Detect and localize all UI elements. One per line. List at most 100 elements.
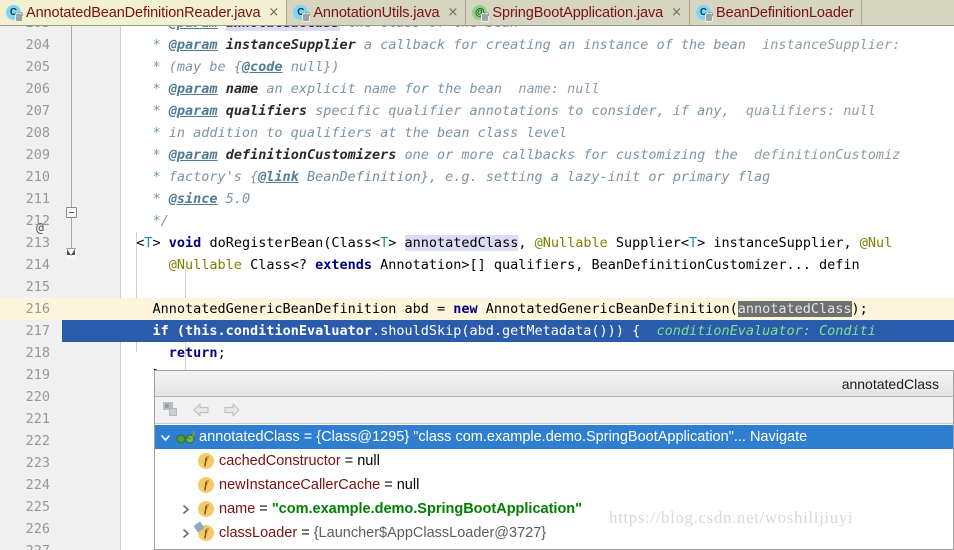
variable-value: null [396, 477, 420, 493]
close-icon[interactable]: × [268, 6, 279, 19]
code-line: 207 * @param qualifiers specific qualifi… [0, 100, 954, 122]
chevron-right-icon[interactable] [175, 521, 195, 545]
line-number: 220 [25, 389, 50, 405]
code-line: 211 * @since 5.0 [0, 188, 954, 210]
line-number: 211 [25, 191, 50, 207]
line-number: 214 [25, 257, 50, 273]
line-text: return; [168, 345, 226, 361]
equals-sign: = [299, 429, 317, 445]
java-class-icon: C [6, 5, 23, 21]
code-line: 214 @Nullable Class<? extends Annotation… [0, 254, 954, 276]
line-number: 208 [25, 125, 50, 141]
tree-row-annotated-class[interactable]: annotatedClass = {Class@1295} "class com… [155, 425, 953, 449]
field-icon: f [195, 497, 217, 521]
chevron-down-icon[interactable] [155, 425, 175, 449]
line-number: 223 [25, 455, 50, 471]
line-text: * @param name an explicit name for the b… [120, 81, 600, 97]
code-line: 218 return; [0, 342, 954, 364]
tab-bean-definition-loader[interactable]: C BeanDefinitionLoader [690, 0, 862, 25]
new-watch-icon[interactable] [163, 401, 181, 419]
code-line-current: 217 if (this.conditionEvaluator.shouldSk… [0, 320, 954, 342]
tree-row-content: classLoader = {Launcher$AppClassLoader@3… [217, 525, 546, 541]
line-number: 218 [25, 345, 50, 361]
java-class-icon: C [696, 5, 713, 21]
variable-name: classLoader [219, 525, 298, 541]
line-text: * (may be {@code null}) [120, 59, 340, 75]
variable-value: null [357, 453, 380, 469]
tree-row-content: newInstanceCallerCache = null [217, 477, 419, 493]
tree-row-content: name = "com.example.demo.SpringBootAppli… [217, 501, 582, 517]
line-number: 216 [25, 301, 50, 317]
line-text: * @param instanceSupplier a callback for… [120, 37, 901, 53]
line-number: 210 [25, 169, 50, 185]
line-text: * @param definitionCustomizers one or mo… [120, 147, 901, 163]
chevron-right-icon[interactable] [175, 497, 195, 521]
field-icon: f [195, 449, 217, 473]
code-line: 210 * factory's {@link BeanDefinition}, … [0, 166, 954, 188]
close-icon[interactable]: × [671, 6, 682, 19]
variable-value: {Class@1295} "class com.example.demo.Spr… [316, 429, 808, 445]
tree-row-content: cachedConstructor = null [217, 453, 380, 469]
line-text: * factory's {@link BeanDefinition}, e.g.… [120, 169, 771, 185]
line-text: @Nullable Class<? extends Annotation>[] … [168, 257, 860, 273]
tab-annotated-bean-definition-reader[interactable]: C AnnotatedBeanDefinitionReader.java × [0, 0, 288, 25]
popup-title-label: annotatedClass [841, 375, 939, 392]
tree-row-name[interactable]: f name = "com.example.demo.SpringBootApp… [155, 497, 953, 521]
line-number: 215 [25, 279, 50, 295]
line-number: 225 [25, 499, 50, 515]
forward-arrow-icon[interactable] [222, 402, 241, 418]
tab-annotation-utils[interactable]: C AnnotationUtils.java × [287, 0, 467, 25]
line-text: * @since 5.0 [120, 191, 251, 207]
tab-label: BeanDefinitionLoader [716, 4, 854, 21]
variable-name: name [219, 501, 256, 517]
code-line-executed: 216 AnnotatedGenericBeanDefinition abd =… [0, 298, 954, 321]
variable-value: "com.example.demo.SpringBootApplication" [271, 501, 583, 517]
popup-title-bar: annotatedClass [155, 371, 953, 397]
line-number: 205 [25, 59, 50, 75]
code-line: 206 * @param name an explicit name for t… [0, 78, 954, 100]
line-number: 207 [25, 103, 50, 119]
line-number: 221 [25, 411, 50, 427]
line-number: 222 [25, 433, 50, 449]
equals-sign: = [255, 501, 272, 517]
tab-spring-boot-application[interactable]: @ SpringBootApplication.java × [466, 0, 691, 25]
line-number: 224 [25, 477, 50, 493]
tree-row-new-instance-caller-cache[interactable]: f newInstanceCallerCache = null [155, 473, 953, 497]
code-line: 213 <T> void doRegisterBean(Class<T> ann… [0, 232, 954, 254]
field-icon: f [195, 473, 217, 497]
variable-name: newInstanceCallerCache [219, 477, 381, 493]
close-icon[interactable]: × [448, 6, 459, 19]
code-line: 208 * in addition to qualifiers at the b… [0, 122, 954, 144]
popup-toolbar[interactable] [155, 397, 953, 424]
code-line: 204 * @param instanceSupplier a callback… [0, 34, 954, 56]
tab-label: SpringBootApplication.java [492, 4, 664, 21]
code-line: 212 */ [0, 210, 954, 232]
tree-row-cached-constructor[interactable]: f cachedConstructor = null [155, 449, 953, 473]
line-number: 227 [0, 540, 50, 550]
code-line: 205 * (may be {@code null}) [0, 56, 954, 78]
line-number: 217 [25, 323, 50, 339]
line-number: 213 [25, 235, 50, 251]
field-static-icon: f [193, 521, 217, 545]
debugger-value-popup[interactable]: annotatedClass annotatedClass = {Class@1… [154, 370, 954, 550]
tree-row-class-loader[interactable]: f classLoader = {Launcher$AppClassLoader… [155, 521, 953, 545]
variable-name: cachedConstructor [219, 453, 341, 469]
line-text: */ [120, 213, 169, 229]
line-number: 204 [25, 37, 50, 53]
watch-glasses-icon [175, 425, 197, 449]
back-arrow-icon[interactable] [192, 402, 211, 418]
tab-label: AnnotationUtils.java [313, 4, 440, 21]
equals-sign: = [380, 477, 397, 493]
java-class-icon: C [293, 5, 310, 21]
line-number: 209 [25, 147, 50, 163]
java-annotation-icon: @ [472, 5, 489, 21]
line-number: 212 [25, 213, 50, 229]
tree-row-content: annotatedClass = {Class@1295} "class com… [197, 429, 807, 445]
variables-tree[interactable]: annotatedClass = {Class@1295} "class com… [155, 425, 953, 549]
line-text: if (this.conditionEvaluator.shouldSkip(a… [152, 323, 876, 339]
